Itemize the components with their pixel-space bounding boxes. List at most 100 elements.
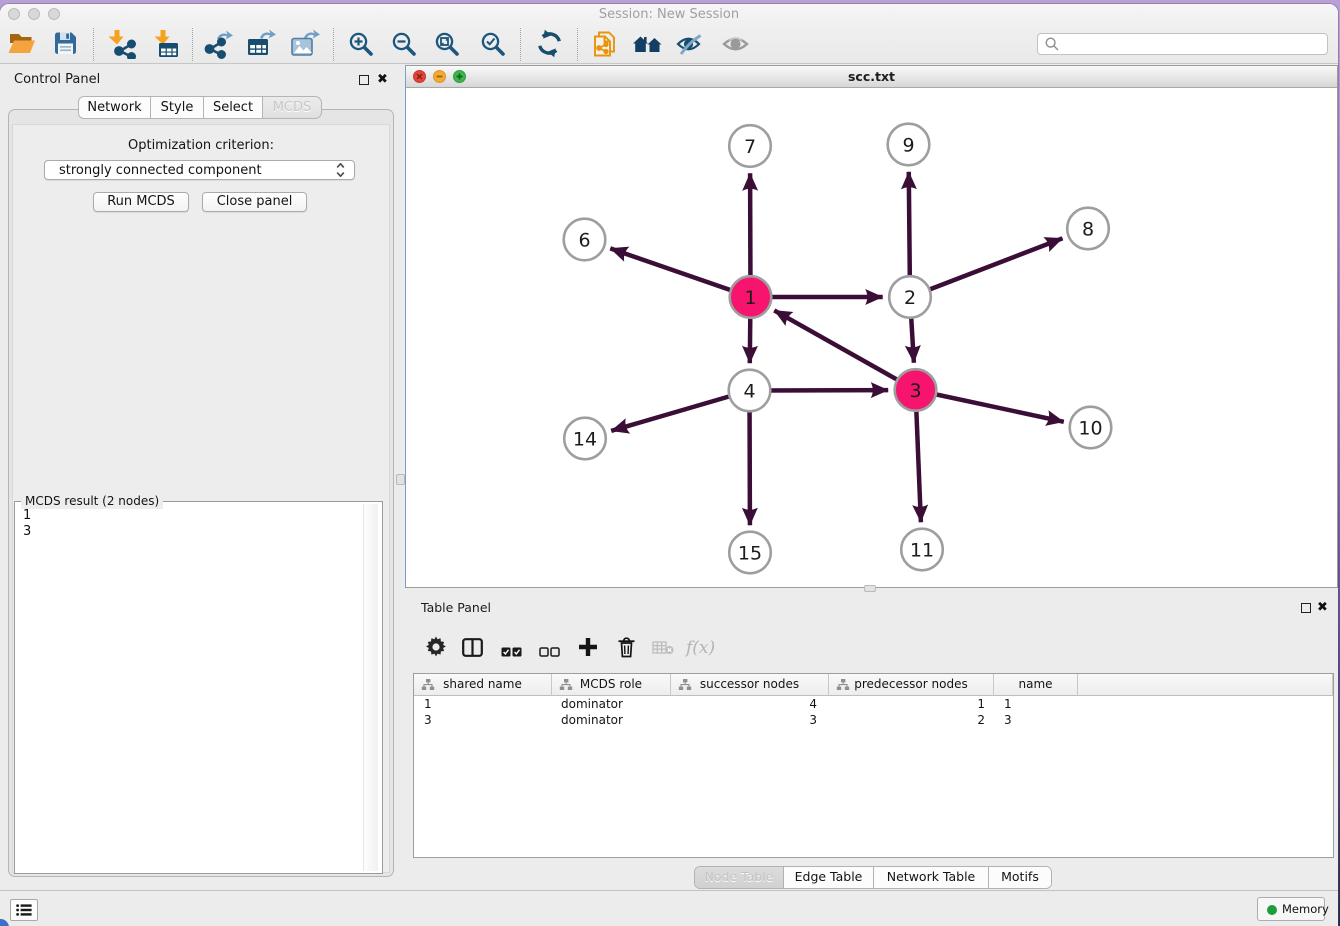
graph-node-label: 1 (744, 287, 756, 309)
search-input[interactable] (1037, 33, 1328, 55)
toolbar-separator (192, 28, 193, 61)
table-row[interactable]: 3dominator323 (414, 712, 1333, 728)
horizontal-splitter-handle[interactable] (864, 585, 876, 592)
mcds-result-title: MCDS result (2 nodes) (21, 494, 163, 509)
table-cell: 1 (414, 696, 552, 712)
network-graph[interactable]: 1234678910111415 (406, 86, 1337, 587)
column-header-MCDS-role[interactable]: MCDS role (552, 674, 671, 696)
zoom-selected-icon[interactable] (479, 30, 507, 62)
columns-icon[interactable] (462, 638, 483, 661)
hierarchy-icon (559, 679, 573, 691)
mcds-result-list: 13 (23, 508, 31, 540)
table-cell: 2 (829, 712, 994, 728)
mcds-result-scrollbar[interactable] (363, 504, 378, 871)
main-toolbar (0, 24, 1338, 64)
tab-network[interactable]: Network (78, 96, 151, 119)
new-table-icon[interactable] (246, 29, 277, 63)
graph-node-label: 9 (902, 134, 914, 156)
graph-node-label: 3 (909, 380, 921, 402)
graph-edge-3-1[interactable] (774, 310, 915, 390)
status-bar: Memory (0, 890, 1338, 926)
zoom-fit-icon[interactable] (433, 30, 461, 62)
hide-panel-icon[interactable] (676, 31, 704, 61)
delete-table-icon[interactable] (652, 640, 674, 659)
home-icon[interactable] (632, 32, 664, 59)
zoom-out-icon[interactable] (390, 30, 418, 62)
tab-motifs[interactable]: Motifs (989, 867, 1051, 888)
tab-mcds[interactable]: MCDS (263, 96, 322, 119)
add-column-icon[interactable] (578, 637, 598, 661)
tab-network-table[interactable]: Network Table (874, 867, 989, 888)
column-header-name[interactable]: name (994, 674, 1078, 696)
tab-select[interactable]: Select (204, 96, 263, 119)
graph-node-label: 8 (1082, 218, 1094, 240)
tab-edge-table[interactable]: Edge Table (784, 867, 874, 888)
share-session-icon[interactable] (591, 28, 619, 63)
save-session-icon[interactable] (52, 30, 79, 61)
column-header-predecessor-nodes[interactable]: predecessor nodes (829, 674, 994, 696)
graph-node-label: 4 (743, 380, 755, 402)
mcds-result-box: MCDS result (2 nodes) 13 (14, 501, 383, 874)
tab-node-table[interactable]: Node Table (695, 867, 784, 888)
table-panel-float-button[interactable] (1301, 603, 1311, 613)
memory-button[interactable]: Memory (1257, 897, 1325, 921)
control-panel-close-button[interactable]: ✖ (377, 74, 388, 86)
import-table-icon[interactable] (151, 29, 180, 63)
column-header-filler (1078, 674, 1333, 696)
select-all-icon[interactable] (501, 642, 522, 661)
table-cell: dominator (552, 696, 671, 712)
import-network-icon[interactable] (108, 29, 137, 63)
memory-label: Memory (1282, 902, 1329, 916)
control-panel-float-button[interactable] (359, 75, 369, 85)
toolbar-separator (577, 28, 578, 61)
network-window-titlebar: scc.txt (406, 66, 1337, 88)
deselect-all-icon[interactable] (539, 642, 560, 661)
search-icon (1045, 37, 1059, 51)
node-table[interactable]: shared nameMCDS rolesuccessor nodesprede… (413, 673, 1334, 858)
column-header-successor-nodes[interactable]: successor nodes (671, 674, 829, 696)
graph-edge-1-6[interactable] (610, 248, 750, 297)
table-cell: dominator (552, 712, 671, 728)
delete-column-icon[interactable] (617, 637, 636, 662)
graph-edge-3-10[interactable] (916, 390, 1064, 422)
tab-style[interactable]: Style (151, 96, 204, 119)
optimization-criterion-label: Optimization criterion: (12, 138, 390, 153)
column-header-shared-name[interactable]: shared name (414, 674, 552, 696)
function-icon[interactable]: f(x) (686, 638, 715, 658)
table-panel-title: Table Panel (421, 600, 491, 615)
table-cell: 3 (671, 712, 829, 728)
open-session-icon[interactable] (7, 31, 37, 61)
table-cell: 1 (994, 696, 1078, 712)
show-panel-icon[interactable] (722, 33, 750, 59)
application-window: Session: New Session (0, 4, 1338, 926)
run-mcds-button[interactable]: Run MCDS (93, 192, 189, 212)
zoom-in-icon[interactable] (347, 30, 375, 62)
graph-node-label: 11 (910, 539, 934, 561)
gear-icon[interactable] (425, 636, 447, 662)
window-title: Session: New Session (0, 7, 1338, 22)
toolbar-separator (93, 28, 94, 61)
table-row[interactable]: 1dominator411 (414, 696, 1333, 712)
mcds-result-item: 3 (23, 524, 31, 540)
list-icon (16, 904, 32, 916)
table-cell: 4 (671, 696, 829, 712)
table-cell: 3 (414, 712, 552, 728)
vertical-splitter-handle[interactable] (396, 474, 405, 485)
graph-node-label: 7 (744, 136, 756, 158)
apply-layout-icon[interactable] (535, 29, 564, 62)
task-history-button[interactable] (10, 899, 38, 921)
table-cell: 1 (829, 696, 994, 712)
close-panel-button[interactable]: Close panel (202, 192, 307, 212)
table-panel-tabs: Node Table Edge Table Network Table Moti… (694, 866, 1052, 889)
table-header: shared nameMCDS rolesuccessor nodesprede… (414, 674, 1333, 696)
table-cell: 3 (994, 712, 1078, 728)
hierarchy-icon (836, 679, 850, 691)
table-panel-close-button[interactable]: ✖ (1317, 602, 1328, 614)
criterion-select-value: strongly connected component (59, 162, 262, 179)
graph-edge-2-8[interactable] (910, 238, 1063, 297)
export-image-icon[interactable] (290, 29, 321, 63)
control-panel-tabs: Network Style Select MCDS (78, 96, 322, 119)
criterion-select[interactable]: strongly connected component (44, 160, 355, 180)
new-network-icon[interactable] (204, 29, 234, 63)
memory-status-dot (1267, 905, 1277, 915)
